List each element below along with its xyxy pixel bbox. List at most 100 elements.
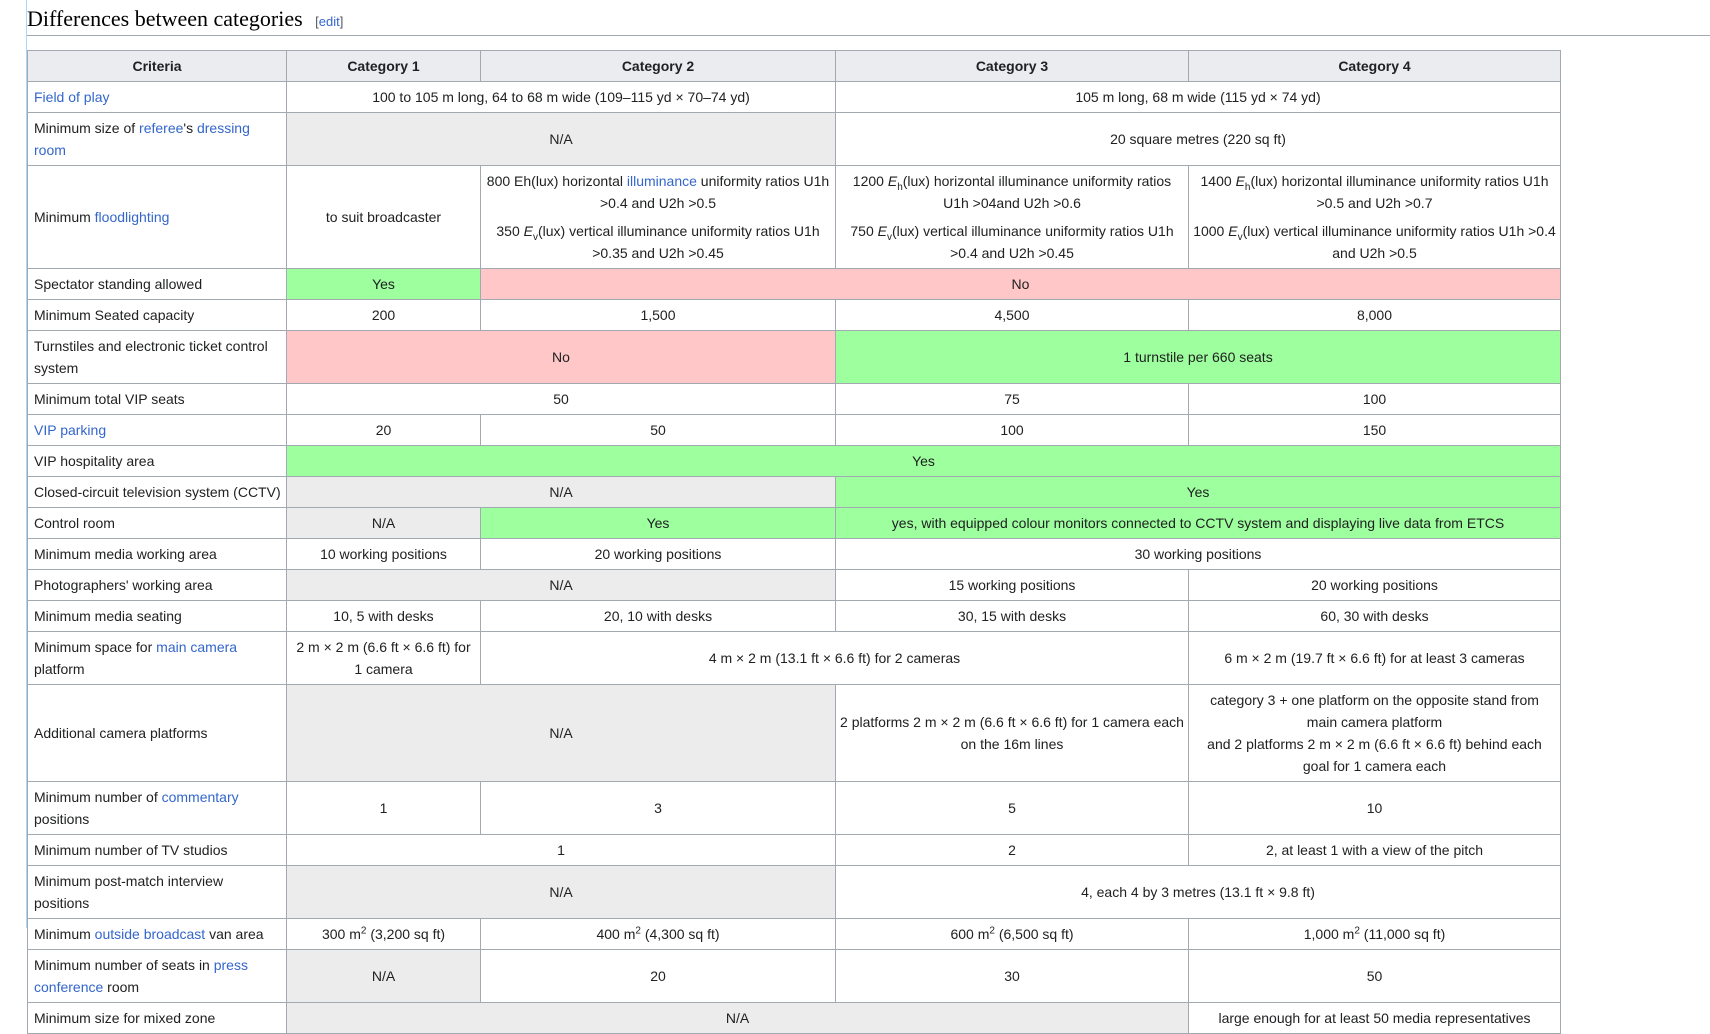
criteria-cell: Minimum Seated capacity xyxy=(27,299,287,331)
criteria-cell: Minimum post-match interview positions xyxy=(27,865,287,919)
cell-c3: 4,500 xyxy=(835,299,1189,331)
c4-line-1: category 3 + one platform on the opposit… xyxy=(1210,692,1539,730)
area-value: 400 m xyxy=(596,926,636,942)
criteria-cell: Minimum outside broadcast van area xyxy=(27,918,287,950)
criteria-text: Minimum space for xyxy=(34,639,157,655)
floodlighting-link[interactable]: floodlighting xyxy=(95,209,170,225)
cell-c12: 100 to 105 m long, 64 to 68 m wide (109–… xyxy=(286,81,836,113)
table-row: Control room N/A Yes yes, with equipped … xyxy=(27,507,1561,539)
table-row: Minimum outside broadcast van area 300 m… xyxy=(27,918,1561,950)
cell-c1: N/A xyxy=(286,507,481,539)
main-camera-link[interactable]: main camera xyxy=(156,639,237,655)
cell-c4: 6 m × 2 m (19.7 ft × 6.6 ft) for at leas… xyxy=(1188,631,1561,685)
table-row: Turnstiles and electronic ticket control… xyxy=(27,330,1561,384)
col-header-category-4: Category 4 xyxy=(1188,50,1561,82)
spec-text: 1200 xyxy=(852,173,888,189)
cell-c4: 50 xyxy=(1188,949,1561,1003)
table-row: Minimum number of TV studios 1 2 2, at l… xyxy=(27,834,1561,866)
symbol-e: E xyxy=(877,223,887,239)
commentary-link[interactable]: commentary xyxy=(162,789,239,805)
criteria-text: room xyxy=(103,979,140,995)
criteria-text: Minimum number of xyxy=(34,789,162,805)
cell-c1: 10 working positions xyxy=(286,538,481,570)
cell-c4: category 3 + one platform on the opposit… xyxy=(1188,684,1561,782)
cell-c1: Yes xyxy=(286,268,481,300)
criteria-cell: Minimum number of commentary positions xyxy=(27,781,287,835)
criteria-text: positions xyxy=(34,811,90,827)
area-conversion: (4,300 sq ft) xyxy=(640,926,720,942)
cell-c3: 100 xyxy=(835,414,1189,446)
col-header-category-1: Category 1 xyxy=(286,50,481,82)
criteria-text: Minimum size of xyxy=(34,120,140,136)
spec-text: 350 xyxy=(496,223,524,239)
table-row: Minimum post-match interview positions N… xyxy=(27,865,1561,919)
cell-c4: 100 xyxy=(1188,383,1561,415)
criteria-cell: Minimum media seating xyxy=(27,600,287,632)
cell-c1: 10, 5 with desks xyxy=(286,600,481,632)
outside-broadcast-link[interactable]: outside broadcast xyxy=(95,926,206,942)
header-row: Criteria Category 1 Category 2 Category … xyxy=(27,50,1561,82)
cell-c12: N/A xyxy=(286,112,836,166)
cell-c12: 50 xyxy=(286,383,836,415)
criteria-cell: Minimum size of referee's dressing room xyxy=(27,112,287,166)
col-header-category-3: Category 3 xyxy=(835,50,1189,82)
symbol-e: E xyxy=(1228,223,1238,239)
criteria-cell: Minimum number of TV studios xyxy=(27,834,287,866)
cell-c2: 3 xyxy=(480,781,836,835)
referee-link[interactable]: referee xyxy=(139,120,183,136)
criteria-cell: VIP parking xyxy=(27,414,287,446)
cell-c3: 2 xyxy=(835,834,1189,866)
vertical-spec: 350 Ev(lux) vertical illuminance uniform… xyxy=(485,220,831,264)
table-row: Photographers' working area N/A 15 worki… xyxy=(27,569,1561,601)
spec-text: (lux) vertical illuminance uniformity ra… xyxy=(537,223,820,261)
cell-c3: 5 xyxy=(835,781,1189,835)
cell-c34: Yes xyxy=(835,476,1561,508)
cell-c2: 800 Eh(lux) horizontal illuminance unifo… xyxy=(480,165,836,269)
section-heading: Differences between categories [edit] xyxy=(27,6,1710,36)
criteria-cell: Closed-circuit television system (CCTV) xyxy=(27,476,287,508)
cell-c3: 30, 15 with desks xyxy=(835,600,1189,632)
spec-text: 1400 xyxy=(1200,173,1236,189)
article-content: Differences between categories [edit] Cr… xyxy=(26,0,1710,1034)
cell-c1: 2 m × 2 m (6.6 ft × 6.6 ft) for 1 camera xyxy=(286,631,481,685)
edit-section: [edit] xyxy=(315,14,343,29)
cell-c3: 30 xyxy=(835,949,1189,1003)
table-row: Minimum size of referee's dressing room … xyxy=(27,112,1561,166)
criteria-cell: Spectator standing allowed xyxy=(27,268,287,300)
spec-text: 800 Eh(lux) horizontal xyxy=(486,173,627,189)
cell-c12: N/A xyxy=(286,684,836,782)
cell-c2: Yes xyxy=(480,507,836,539)
criteria-cell: Minimum media working area xyxy=(27,538,287,570)
cell-c3: 600 m2 (6,500 sq ft) xyxy=(835,918,1189,950)
spec-text: 1000 xyxy=(1193,223,1229,239)
edit-link[interactable]: edit xyxy=(319,14,340,29)
cell-c1: 1 xyxy=(286,781,481,835)
table-row: Minimum space for main camera platform 2… xyxy=(27,631,1561,685)
criteria-cell: Photographers' working area xyxy=(27,569,287,601)
cell-c2: 50 xyxy=(480,414,836,446)
illuminance-link[interactable]: illuminance xyxy=(627,173,697,189)
horizontal-spec: 800 Eh(lux) horizontal illuminance unifo… xyxy=(485,170,831,214)
spec-text: (lux) horizontal illuminance uniformity … xyxy=(902,173,1172,211)
criteria-text: Minimum number of seats in xyxy=(34,957,214,973)
cell-c4: 8,000 xyxy=(1188,299,1561,331)
table-row: Closed-circuit television system (CCTV) … xyxy=(27,476,1561,508)
cell-c2: 20 xyxy=(480,949,836,1003)
cell-c12: N/A xyxy=(286,569,836,601)
cell-c1: 20 xyxy=(286,414,481,446)
section-title: Differences between categories xyxy=(27,6,303,31)
spec-text: (lux) vertical illuminance uniformity ra… xyxy=(1242,223,1556,261)
criteria-cell: Minimum space for main camera platform xyxy=(27,631,287,685)
cell-c4: 10 xyxy=(1188,781,1561,835)
area-conversion: (11,000 sq ft) xyxy=(1359,926,1446,942)
cell-c123: N/A xyxy=(286,1002,1189,1034)
area-value: 600 m xyxy=(950,926,990,942)
spec-text: 750 xyxy=(850,223,878,239)
field-of-play-link[interactable]: Field of play xyxy=(34,89,109,105)
table-row: Minimum number of commentary positions 1… xyxy=(27,781,1561,835)
horizontal-spec: 1400 Eh(lux) horizontal illuminance unif… xyxy=(1193,170,1556,214)
vip-parking-link[interactable]: VIP parking xyxy=(34,422,106,438)
cell-c34: 105 m long, 68 m wide (115 yd × 74 yd) xyxy=(835,81,1561,113)
criteria-cell: Turnstiles and electronic ticket control… xyxy=(27,330,287,384)
cell-c34: 1 turnstile per 660 seats xyxy=(835,330,1561,384)
